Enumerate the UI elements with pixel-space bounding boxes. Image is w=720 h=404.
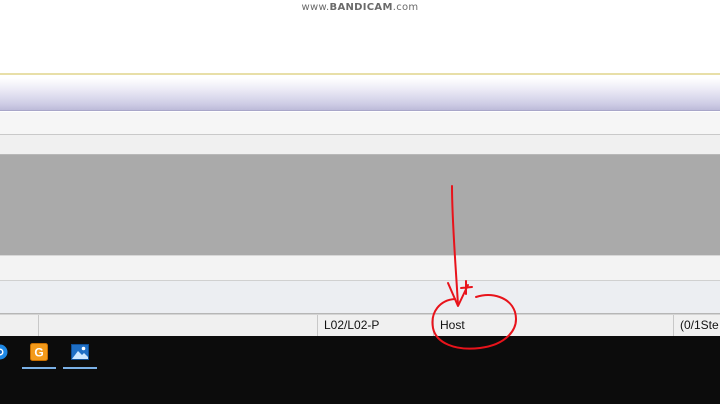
status-bar: L02/L02-P Host (0/1Ste xyxy=(0,314,720,337)
status-cell-2 xyxy=(38,315,317,336)
ribbon-bar xyxy=(0,78,720,111)
watermark-brand: BANDICAM xyxy=(329,2,393,13)
watermark-suffix: .com xyxy=(392,2,419,13)
running-indicator xyxy=(63,367,97,369)
watermark-prefix: www. xyxy=(301,2,330,13)
status-cell-1 xyxy=(0,315,38,336)
bandicam-watermark: www.BANDICAM.com xyxy=(0,2,720,13)
browser-icon[interactable] xyxy=(0,344,8,360)
orange-app-letter: G xyxy=(34,346,43,360)
tab-strip xyxy=(0,281,720,314)
window-separator xyxy=(0,73,720,75)
status-cell-project: L02/L02-P xyxy=(317,315,433,336)
status-cell-steps: (0/1Ste xyxy=(673,315,720,336)
taskbar: G xyxy=(0,336,720,404)
toolbar-row xyxy=(0,112,720,135)
photos-icon[interactable] xyxy=(71,343,89,361)
header-row xyxy=(0,135,720,155)
status-cell-host: Host xyxy=(433,315,673,336)
orange-app-icon[interactable]: G xyxy=(30,343,48,361)
running-indicator xyxy=(22,367,56,369)
footer-row xyxy=(0,256,720,281)
empty-workspace[interactable] xyxy=(0,155,720,256)
